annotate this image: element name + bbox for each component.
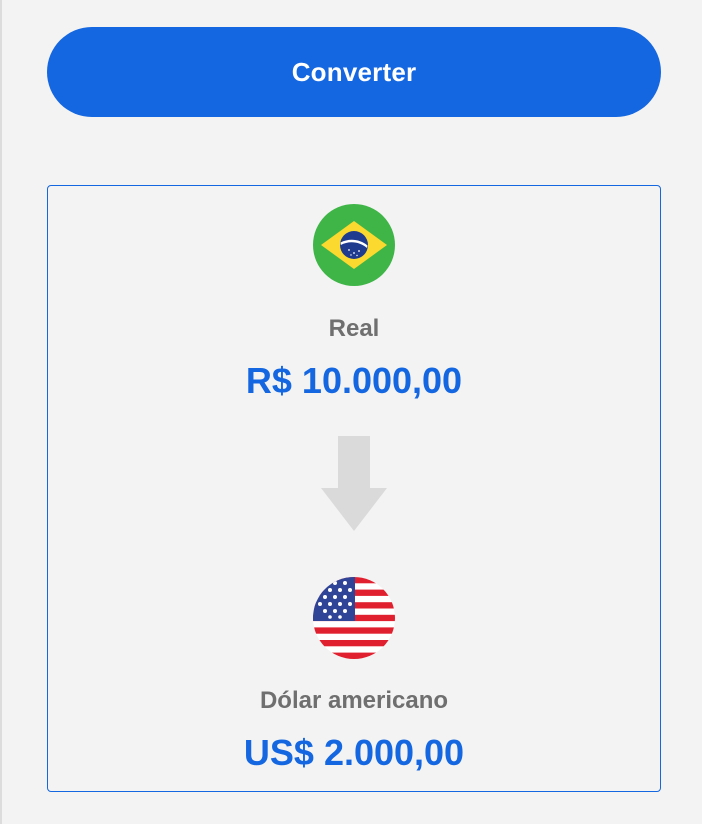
brazil-flag-icon: [313, 204, 395, 286]
from-amount: R$ 10.000,00: [245, 360, 463, 401]
to-currency-name: Dólar americano: [259, 687, 449, 714]
to-amount: US$ 2.000,00: [243, 732, 465, 773]
arrow-down-icon: [320, 436, 388, 532]
from-currency-name: Real: [328, 315, 380, 342]
usa-flag-icon: [313, 577, 395, 659]
conversion-result-card: Real R$ 10.000,00 Dólar americano US$ 2.…: [47, 185, 661, 792]
convert-button[interactable]: Converter: [47, 27, 661, 117]
left-edge-divider: [0, 0, 2, 824]
